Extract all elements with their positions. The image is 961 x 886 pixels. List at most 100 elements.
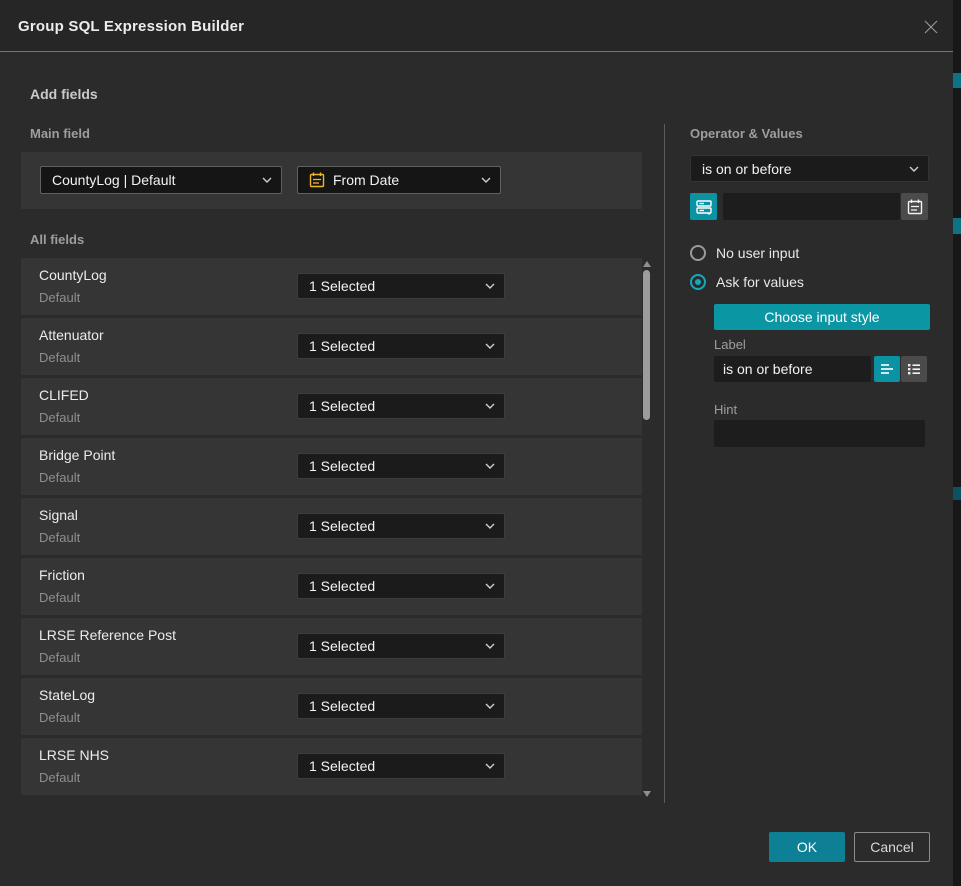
- main-field-select-value: CountyLog | Default: [52, 172, 176, 188]
- field-row-friction: Friction Default 1 Selected: [21, 558, 642, 615]
- field-values-select-value: 1 Selected: [309, 758, 375, 774]
- operator-select[interactable]: is on or before: [690, 155, 929, 182]
- screen: Group SQL Expression Builder Add fields …: [0, 0, 961, 886]
- field-subtitle: Default: [39, 350, 80, 365]
- radio-circle-icon: [690, 245, 706, 261]
- scrollbar-thumb[interactable]: [643, 270, 650, 420]
- field-row-signal: Signal Default 1 Selected: [21, 498, 642, 555]
- operator-values-heading: Operator & Values: [690, 126, 803, 141]
- field-values-select[interactable]: 1 Selected: [297, 513, 505, 539]
- chevron-down-icon: [485, 343, 495, 349]
- field-values-select[interactable]: 1 Selected: [297, 573, 505, 599]
- field-name: Friction: [39, 567, 85, 583]
- field-name: CountyLog: [39, 267, 107, 283]
- scrollbar-down-arrow[interactable]: [643, 791, 651, 797]
- field-name: LRSE NHS: [39, 747, 109, 763]
- label-input[interactable]: [714, 356, 871, 382]
- field-values-select-value: 1 Selected: [309, 458, 375, 474]
- main-field-panel: CountyLog | Default From Date: [21, 152, 642, 209]
- main-field-heading: Main field: [30, 126, 90, 141]
- chevron-down-icon: [485, 643, 495, 649]
- field-subtitle: Default: [39, 590, 80, 605]
- field-row-attenuator: Attenuator Default 1 Selected: [21, 318, 642, 375]
- field-subtitle: Default: [39, 410, 80, 425]
- field-values-select[interactable]: 1 Selected: [297, 753, 505, 779]
- chevron-down-icon: [485, 763, 495, 769]
- field-subtitle: Default: [39, 290, 80, 305]
- field-values-select-value: 1 Selected: [309, 278, 375, 294]
- calendar-icon[interactable]: [901, 193, 928, 220]
- chevron-down-icon: [481, 177, 491, 183]
- field-row-lrse-reference-post: LRSE Reference Post Default 1 Selected: [21, 618, 642, 675]
- single-value-style-icon[interactable]: [874, 356, 900, 382]
- input-type-icon[interactable]: [690, 193, 717, 220]
- chevron-down-icon: [485, 703, 495, 709]
- edge-accent-segment: [953, 218, 961, 234]
- scrollbar-up-arrow[interactable]: [643, 261, 651, 267]
- field-name: Bridge Point: [39, 447, 115, 463]
- field-row-lrse-nhs: LRSE NHS Default 1 Selected: [21, 738, 642, 795]
- field-subtitle: Default: [39, 710, 80, 725]
- cancel-button[interactable]: Cancel: [854, 832, 930, 862]
- label-caption: Label: [714, 337, 746, 352]
- radio-ask-for-values-label: Ask for values: [716, 274, 804, 290]
- field-values-select-value: 1 Selected: [309, 338, 375, 354]
- radio-ask-for-values[interactable]: Ask for values: [690, 274, 804, 290]
- field-subtitle: Default: [39, 770, 80, 785]
- field-name: StateLog: [39, 687, 95, 703]
- edge-accent-segment: [953, 487, 961, 500]
- field-values-select[interactable]: 1 Selected: [297, 273, 505, 299]
- main-subfield-select[interactable]: From Date: [297, 166, 501, 194]
- field-values-select-value: 1 Selected: [309, 518, 375, 534]
- date-value-input[interactable]: [723, 193, 900, 220]
- field-values-select-value: 1 Selected: [309, 578, 375, 594]
- field-values-select-value: 1 Selected: [309, 638, 375, 654]
- field-values-select-value: 1 Selected: [309, 398, 375, 414]
- radio-circle-selected-icon: [690, 274, 706, 290]
- ok-button[interactable]: OK: [769, 832, 845, 862]
- field-values-select-value: 1 Selected: [309, 698, 375, 714]
- field-name: LRSE Reference Post: [39, 627, 176, 643]
- all-fields-heading: All fields: [30, 232, 84, 247]
- field-values-select[interactable]: 1 Selected: [297, 693, 505, 719]
- field-subtitle: Default: [39, 530, 80, 545]
- close-icon[interactable]: [921, 17, 941, 37]
- operator-select-value: is on or before: [702, 161, 792, 177]
- radio-no-user-input-label: No user input: [716, 245, 799, 261]
- chevron-down-icon: [485, 283, 495, 289]
- background-app-edge: [953, 0, 961, 886]
- field-values-select[interactable]: 1 Selected: [297, 453, 505, 479]
- field-name: Signal: [39, 507, 78, 523]
- dialog-title: Group SQL Expression Builder: [18, 0, 244, 52]
- field-values-select[interactable]: 1 Selected: [297, 393, 505, 419]
- group-sql-expression-builder-dialog: Group SQL Expression Builder Add fields …: [0, 0, 953, 886]
- field-subtitle: Default: [39, 650, 80, 665]
- add-fields-heading: Add fields: [30, 86, 98, 102]
- chevron-down-icon: [909, 166, 919, 172]
- date-field-calendar-icon: [309, 172, 325, 188]
- field-row-bridge-point: Bridge Point Default 1 Selected: [21, 438, 642, 495]
- chevron-down-icon: [485, 583, 495, 589]
- dialog-titlebar: Group SQL Expression Builder: [0, 0, 953, 52]
- field-name: CLIFED: [39, 387, 89, 403]
- chevron-down-icon: [262, 177, 272, 183]
- list-style-icon[interactable]: [901, 356, 927, 382]
- panel-divider: [664, 124, 665, 803]
- field-name: Attenuator: [39, 327, 104, 343]
- field-subtitle: Default: [39, 470, 80, 485]
- hint-input[interactable]: [714, 420, 925, 447]
- chevron-down-icon: [485, 463, 495, 469]
- field-row-statelog: StateLog Default 1 Selected: [21, 678, 642, 735]
- main-subfield-select-value: From Date: [333, 172, 399, 188]
- field-values-select[interactable]: 1 Selected: [297, 333, 505, 359]
- chevron-down-icon: [485, 523, 495, 529]
- main-field-select[interactable]: CountyLog | Default: [40, 166, 282, 194]
- field-row-clifed: CLIFED Default 1 Selected: [21, 378, 642, 435]
- edge-accent-segment: [953, 73, 961, 88]
- field-row-countylog: CountyLog Default 1 Selected: [21, 258, 642, 315]
- chevron-down-icon: [485, 403, 495, 409]
- choose-input-style-button[interactable]: Choose input style: [714, 304, 930, 330]
- field-values-select[interactable]: 1 Selected: [297, 633, 505, 659]
- radio-no-user-input[interactable]: No user input: [690, 245, 799, 261]
- hint-caption: Hint: [714, 402, 737, 417]
